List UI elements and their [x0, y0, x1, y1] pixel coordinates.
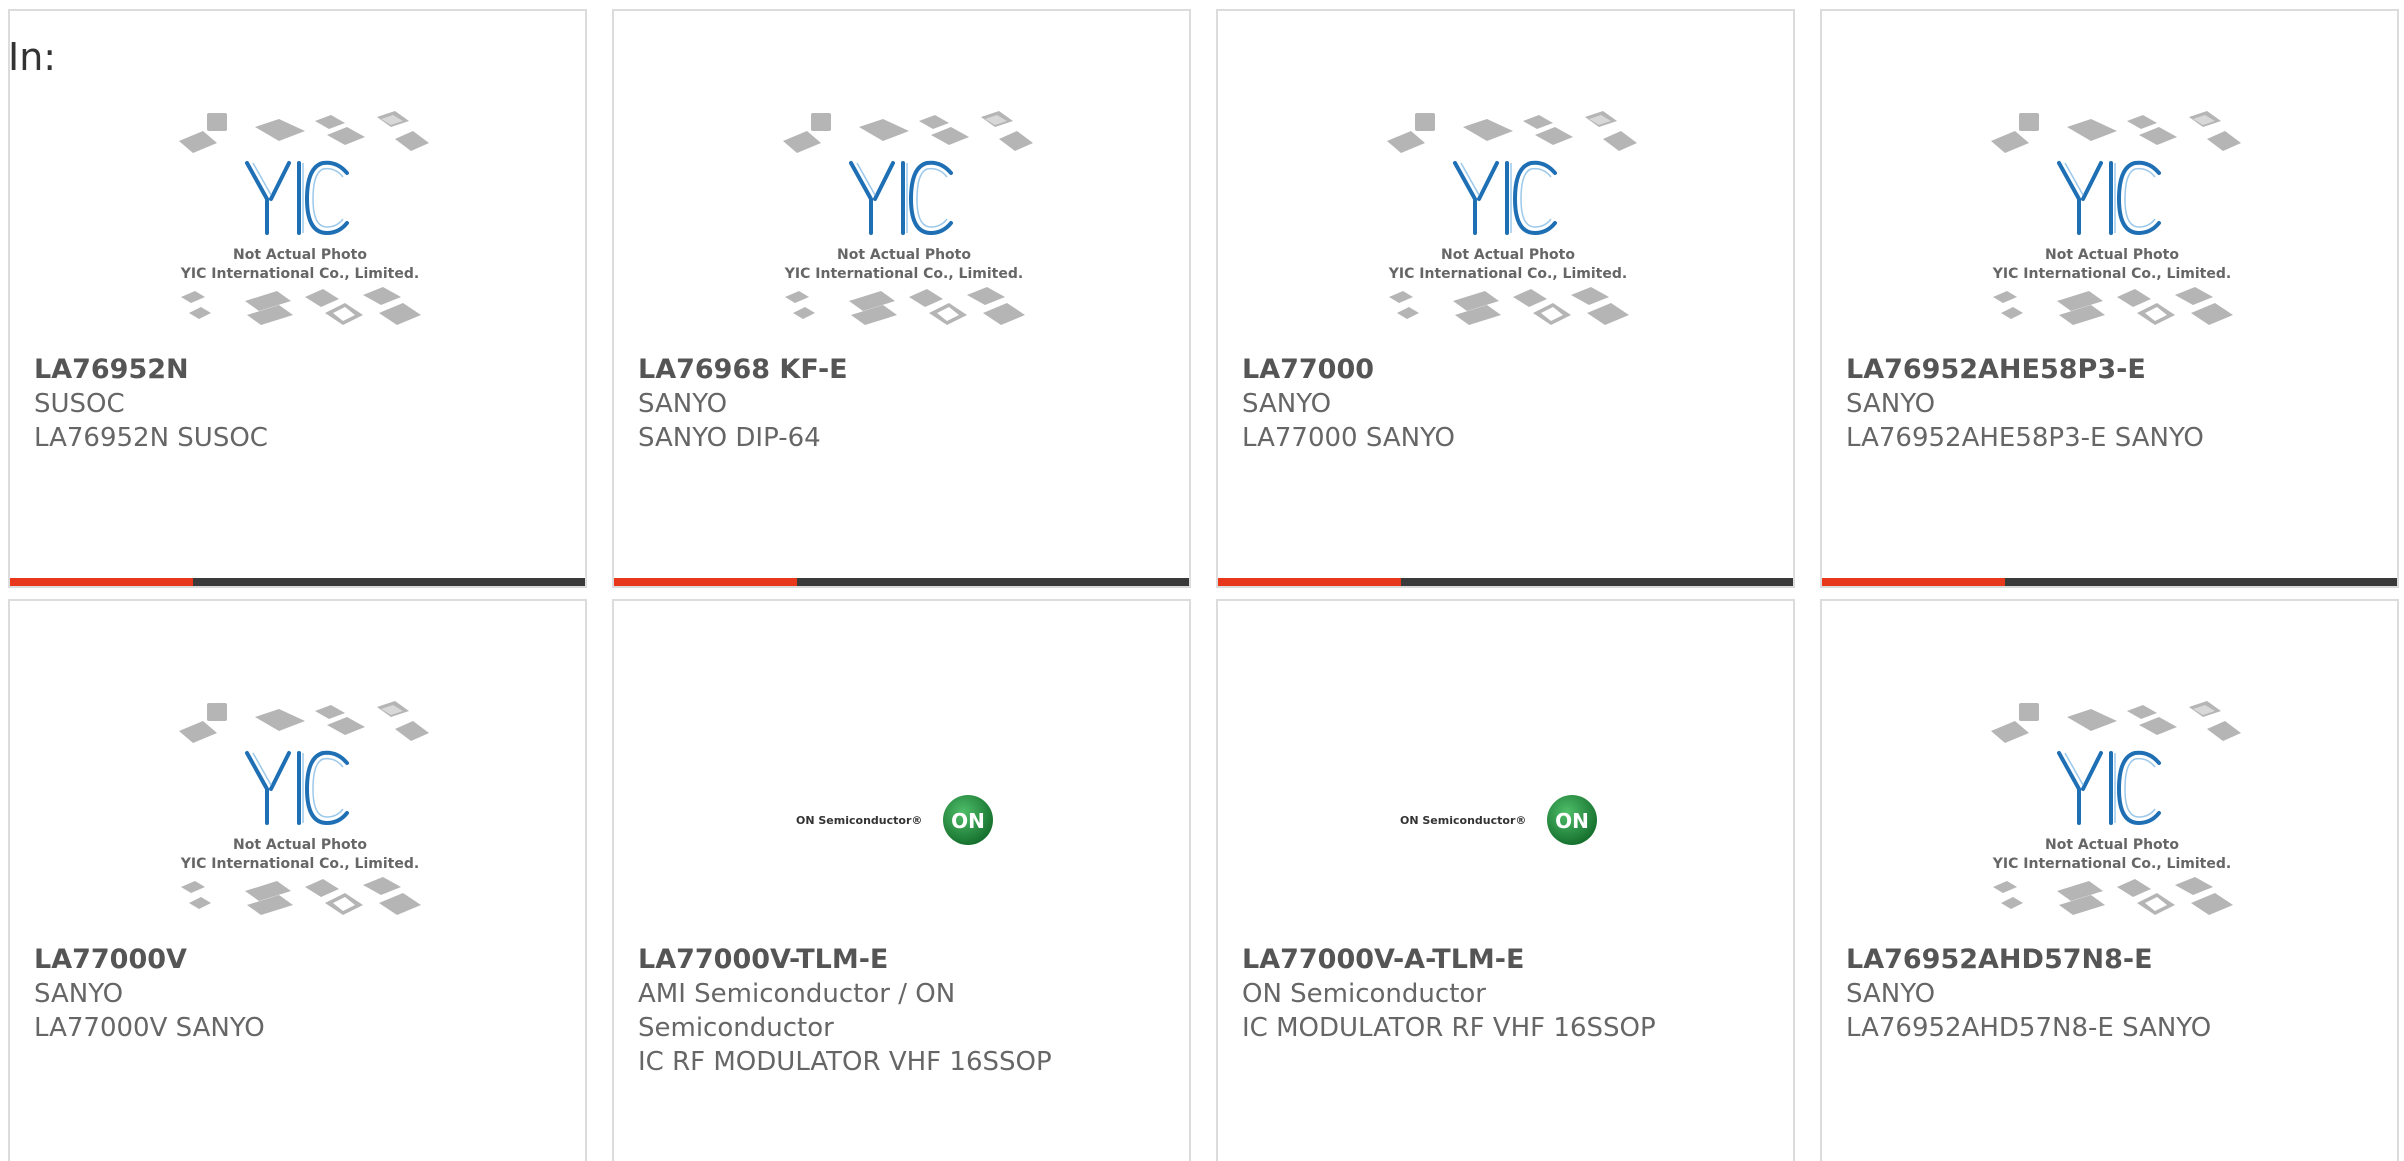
svg-text:ON: ON: [951, 809, 985, 833]
manufacturer: ON Semiconductor: [1242, 979, 1486, 1009]
company-name-text: YIC International Co., Limited.: [180, 266, 419, 282]
card-accent-bar: [1822, 578, 2005, 586]
product-card[interactable]: Not Actual Photo YIC International Co., L…: [8, 599, 587, 1161]
description: LA77000 SANYO: [1242, 423, 1455, 453]
placeholder-photo[interactable]: Not Actual Photo YIC International Co., L…: [167, 691, 433, 931]
not-actual-photo-text: Not Actual Photo: [2045, 837, 2179, 853]
product-info: LA77000 SANYO LA77000 SANYO: [1242, 353, 1773, 455]
on-semiconductor-logo[interactable]: ON Semiconductor® ON: [794, 741, 1014, 901]
company-name-text: YIC International Co., Limited.: [784, 266, 1023, 282]
product-card[interactable]: Not Actual Photo YIC International Co., L…: [612, 9, 1191, 588]
manufacturer: SANYO: [34, 979, 124, 1009]
svg-text:ON Semiconductor®: ON Semiconductor®: [796, 814, 922, 827]
part-number[interactable]: LA76968 KF-E: [638, 353, 1169, 387]
product-info: LA77000V-A-TLM-E ON Semiconductor IC MODUL…: [1242, 943, 1773, 1045]
description: IC RF MODULATOR VHF 16SSOP: [638, 1047, 1052, 1077]
placeholder-photo[interactable]: Not Actual Photo YIC International Co., L…: [1979, 691, 2245, 931]
in-label: In:: [8, 35, 57, 79]
manufacturer: AMI Semiconductor / ON Semiconductor: [638, 979, 956, 1043]
part-number[interactable]: LA77000V-TLM-E: [638, 943, 1169, 977]
product-info: LA76952AHD57N8-E SANYO LA76952AHD57N8-E SA…: [1846, 943, 2377, 1045]
not-actual-photo-text: Not Actual Photo: [233, 247, 367, 263]
placeholder-photo[interactable]: Not Actual Photo YIC International Co., L…: [167, 101, 433, 341]
part-number[interactable]: LA76952N: [34, 353, 565, 387]
placeholder-photo[interactable]: Not Actual Photo YIC International Co., L…: [1979, 101, 2245, 341]
product-info: LA77000V SANYO LA77000V SANYO: [34, 943, 565, 1045]
card-bottom-bar: [1822, 578, 2397, 586]
product-card[interactable]: ON Semiconductor® ON LA77000V-TLM-E AMI S…: [612, 599, 1191, 1161]
on-semiconductor-logo[interactable]: ON Semiconductor® ON: [1398, 741, 1618, 901]
card-accent-bar: [614, 578, 797, 586]
description: LA76952AHE58P3-E SANYO: [1846, 423, 2204, 453]
product-card[interactable]: Not Actual Photo YIC International Co., L…: [1820, 9, 2399, 588]
product-card[interactable]: Not Actual Photo YIC International Co., L…: [1216, 9, 1795, 588]
description: LA76952AHD57N8-E SANYO: [1846, 1013, 2212, 1043]
card-bottom-bar: [614, 578, 1189, 586]
svg-text:ON: ON: [1555, 809, 1589, 833]
description: SANYO DIP-64: [638, 423, 821, 453]
part-number[interactable]: LA77000V: [34, 943, 565, 977]
not-actual-photo-text: Not Actual Photo: [837, 247, 971, 263]
product-info: LA77000V-TLM-E AMI Semiconductor / ON Sem…: [638, 943, 1169, 1079]
manufacturer: SANYO: [1846, 389, 1936, 419]
company-name-text: YIC International Co., Limited.: [1992, 856, 2231, 872]
placeholder-photo[interactable]: Not Actual Photo YIC International Co., L…: [771, 101, 1037, 341]
results-page: Not Actual Photo YIC International Co., L…: [0, 0, 2404, 1161]
product-card[interactable]: Not Actual Photo YIC International Co., L…: [1820, 599, 2399, 1161]
manufacturer: SANYO: [1846, 979, 1936, 1009]
part-number[interactable]: LA76952AHE58P3-E: [1846, 353, 2377, 387]
card-bottom-bar: [10, 578, 585, 586]
description: IC MODULATOR RF VHF 16SSOP: [1242, 1013, 1656, 1043]
product-info: LA76952N SUSOC LA76952N SUSOC: [34, 353, 565, 455]
part-number[interactable]: LA77000V-A-TLM-E: [1242, 943, 1773, 977]
card-accent-bar: [10, 578, 193, 586]
not-actual-photo-text: Not Actual Photo: [233, 837, 367, 853]
svg-text:ON Semiconductor®: ON Semiconductor®: [1400, 814, 1526, 827]
company-name-text: YIC International Co., Limited.: [180, 856, 419, 872]
manufacturer: SANYO: [1242, 389, 1332, 419]
description: LA77000V SANYO: [34, 1013, 265, 1043]
placeholder-photo[interactable]: Not Actual Photo YIC International Co., L…: [1375, 101, 1641, 341]
not-actual-photo-text: Not Actual Photo: [1441, 247, 1575, 263]
part-number[interactable]: LA77000: [1242, 353, 1773, 387]
part-number[interactable]: LA76952AHD57N8-E: [1846, 943, 2377, 977]
product-info: LA76952AHE58P3-E SANYO LA76952AHE58P3-E SA…: [1846, 353, 2377, 455]
not-actual-photo-text: Not Actual Photo: [2045, 247, 2179, 263]
company-name-text: YIC International Co., Limited.: [1388, 266, 1627, 282]
description: LA76952N SUSOC: [34, 423, 268, 453]
company-name-text: YIC International Co., Limited.: [1992, 266, 2231, 282]
manufacturer: SUSOC: [34, 389, 125, 419]
card-accent-bar: [1218, 578, 1401, 586]
product-info: LA76968 KF-E SANYO SANYO DIP-64: [638, 353, 1169, 455]
product-grid: Not Actual Photo YIC International Co., L…: [8, 9, 2399, 1161]
manufacturer: SANYO: [638, 389, 728, 419]
product-card[interactable]: Not Actual Photo YIC International Co., L…: [8, 9, 587, 588]
product-card[interactable]: ON Semiconductor® ON LA77000V-A-TLM-E ON …: [1216, 599, 1795, 1161]
card-bottom-bar: [1218, 578, 1793, 586]
